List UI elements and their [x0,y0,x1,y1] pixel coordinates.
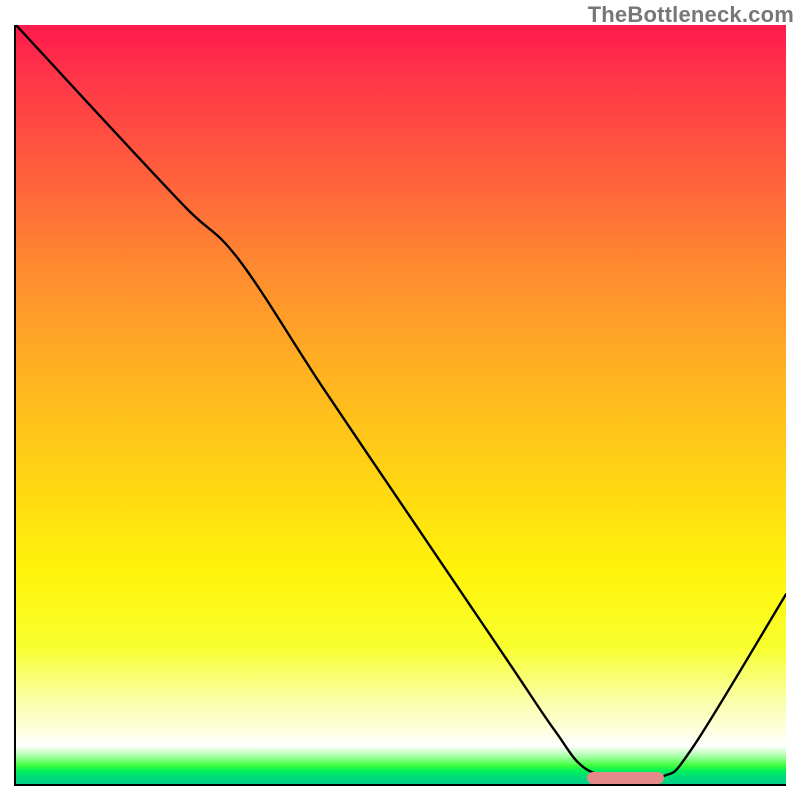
chart-container: TheBottleneck.com [0,0,800,800]
curve-svg [16,25,786,784]
bottleneck-curve-line [16,25,786,779]
optimal-range-marker [587,772,664,784]
watermark-text: TheBottleneck.com [588,2,794,28]
plot-area [14,25,786,786]
